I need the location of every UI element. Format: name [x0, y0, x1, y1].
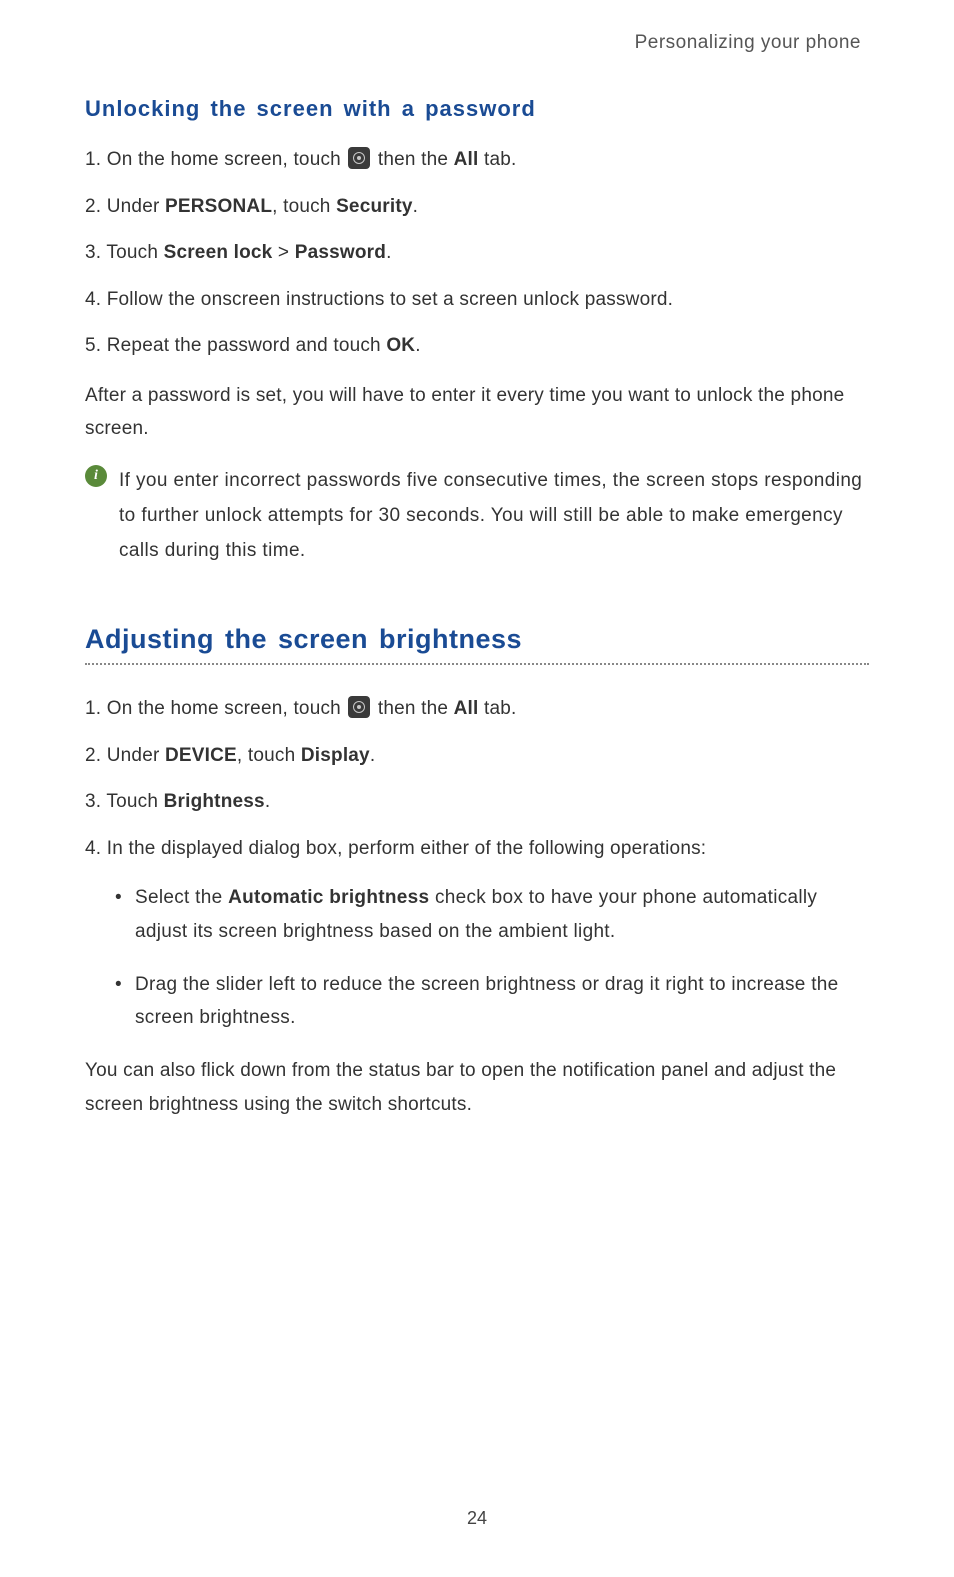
bold-text: PERSONAL: [165, 196, 272, 217]
note-block: i If you enter incorrect passwords five …: [85, 463, 869, 568]
page-header: Personalizing your phone: [85, 32, 869, 54]
step-number: 1.: [85, 698, 101, 719]
settings-icon: [348, 147, 370, 169]
step-text: .: [413, 196, 418, 217]
bold-text: Brightness: [164, 791, 265, 812]
step-number: 2.: [85, 745, 101, 766]
paragraph-after: After a password is set, you will have t…: [85, 379, 869, 446]
section-heading-brightness: Adjusting the screen brightness: [85, 624, 869, 655]
step-text: On the home screen, touch: [107, 149, 347, 170]
sub-heading-unlocking: Unlocking the screen with a password: [85, 96, 869, 122]
settings-icon: [348, 696, 370, 718]
step-text: On the home screen, touch: [107, 698, 347, 719]
step-text: Under: [107, 745, 165, 766]
dotted-divider: [85, 663, 869, 665]
step-2b: 2. Under DEVICE, touch Display.: [85, 742, 869, 771]
note-text: If you enter incorrect passwords five co…: [119, 463, 869, 568]
bold-text: DEVICE: [165, 745, 237, 766]
step-number: 5.: [85, 335, 101, 356]
list-item: Select the Automatic brightness check bo…: [115, 881, 869, 948]
step-text: then the: [378, 149, 454, 170]
step-text: Touch: [106, 242, 163, 263]
bold-text: OK: [386, 335, 415, 356]
step-number: 4.: [85, 289, 101, 310]
page-content: Personalizing your phone Unlocking the s…: [0, 0, 954, 1121]
step-3: 3. Touch Screen lock > Password.: [85, 239, 869, 268]
info-icon: i: [85, 465, 107, 487]
step-text: >: [272, 242, 294, 263]
step-text: , touch: [272, 196, 336, 217]
step-text: .: [386, 242, 391, 263]
step-text: Follow the onscreen instructions to set …: [107, 289, 673, 310]
bold-text: Password: [295, 242, 386, 263]
bold-text: All: [454, 698, 479, 719]
step-text: , touch: [237, 745, 301, 766]
step-number: 3.: [85, 791, 101, 812]
step-text: Touch: [106, 791, 163, 812]
step-text: tab.: [479, 698, 517, 719]
step-number: 4.: [85, 838, 101, 859]
step-2: 2. Under PERSONAL, touch Security.: [85, 193, 869, 222]
step-text: Repeat the password and touch: [107, 335, 387, 356]
step-5: 5. Repeat the password and touch OK.: [85, 332, 869, 361]
page-number: 24: [0, 1508, 954, 1529]
bold-text: Automatic brightness: [228, 887, 429, 908]
step-number: 2.: [85, 196, 101, 217]
step-1: 1. On the home screen, touch then the Al…: [85, 146, 869, 175]
step-4b: 4. In the displayed dialog box, perform …: [85, 835, 869, 864]
bold-text: All: [454, 149, 479, 170]
step-text: .: [370, 745, 375, 766]
step-text: .: [415, 335, 420, 356]
step-text: .: [265, 791, 270, 812]
bullet-text: Drag the slider left to reduce the scree…: [135, 974, 839, 1028]
step-text: then the: [378, 698, 454, 719]
step-4: 4. Follow the onscreen instructions to s…: [85, 286, 869, 315]
step-number: 1.: [85, 149, 101, 170]
step-text: In the displayed dialog box, perform eit…: [107, 838, 707, 859]
step-number: 3.: [85, 242, 101, 263]
step-1b: 1. On the home screen, touch then the Al…: [85, 695, 869, 724]
bold-text: Display: [301, 745, 370, 766]
step-text: Under: [107, 196, 165, 217]
bold-text: Security: [336, 196, 413, 217]
step-text: tab.: [479, 149, 517, 170]
step-3b: 3. Touch Brightness.: [85, 788, 869, 817]
list-item: Drag the slider left to reduce the scree…: [115, 968, 869, 1035]
bold-text: Screen lock: [164, 242, 273, 263]
bullet-list: Select the Automatic brightness check bo…: [85, 881, 869, 1034]
bullet-text: Select the: [135, 887, 228, 908]
paragraph-after-2: You can also flick down from the status …: [85, 1054, 869, 1121]
